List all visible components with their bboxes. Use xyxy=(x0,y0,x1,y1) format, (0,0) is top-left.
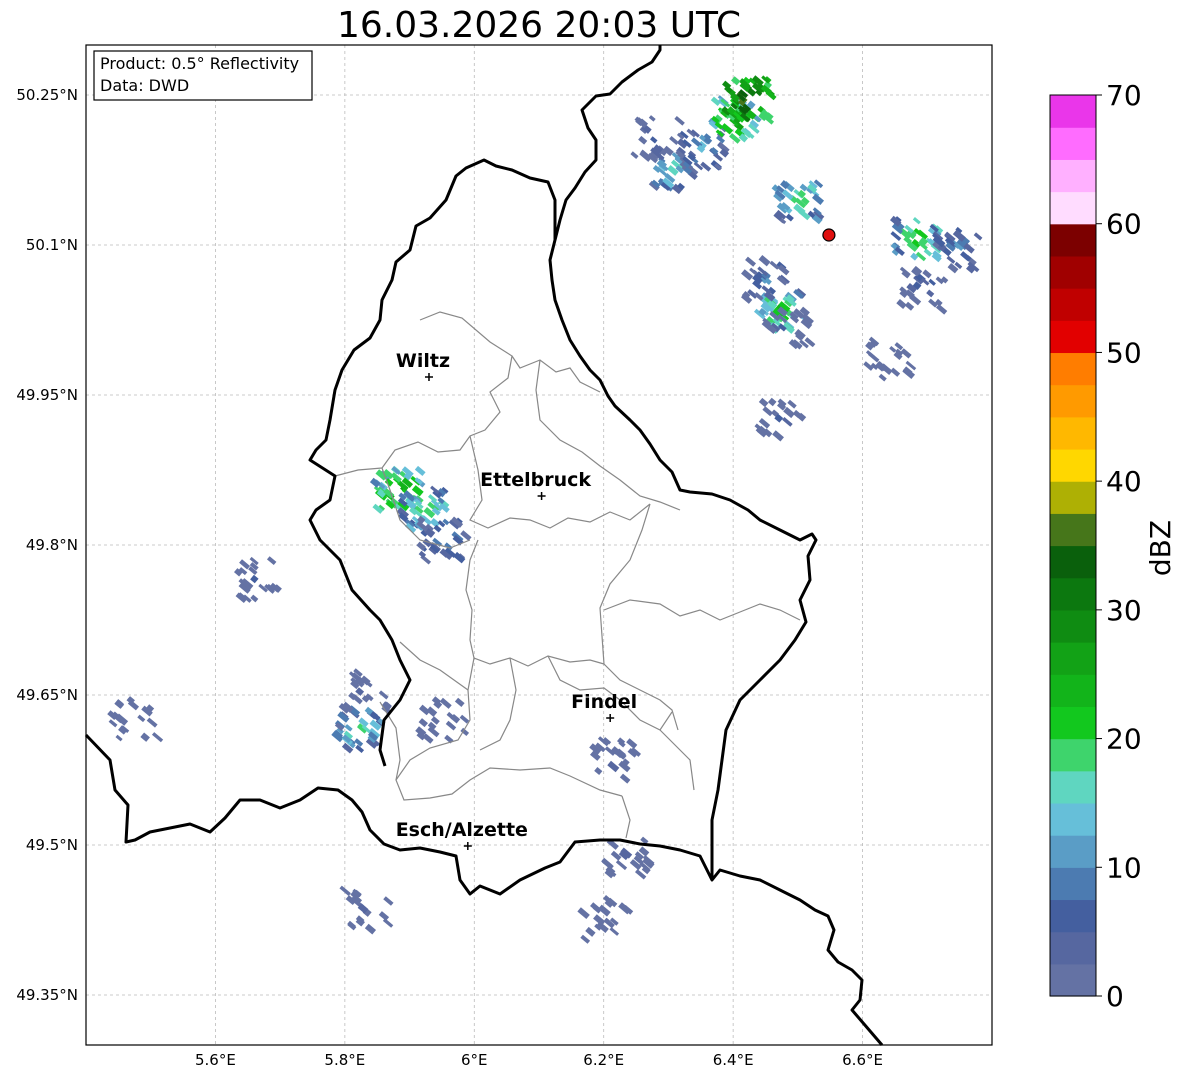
colorbar-segment xyxy=(1050,320,1096,354)
colorbar-segment xyxy=(1050,963,1096,997)
colorbar-segment xyxy=(1050,352,1096,386)
lon-tick-label: 6.6°E xyxy=(842,1051,883,1069)
colorbar-segment xyxy=(1050,448,1096,482)
lon-tick-label: 5.6°E xyxy=(195,1051,236,1069)
colorbar-segment xyxy=(1050,609,1096,643)
colorbar-tick-label: 40 xyxy=(1106,465,1142,498)
colorbar-segment xyxy=(1050,416,1096,450)
colorbar-tick-label: 50 xyxy=(1106,336,1142,369)
colorbar-tick-label: 30 xyxy=(1106,594,1142,627)
radar-site-marker xyxy=(822,228,836,242)
colorbar-segment xyxy=(1050,802,1096,836)
lon-tick-label: 6.2°E xyxy=(583,1051,624,1069)
city-label: Ettelbruck xyxy=(480,469,591,491)
lat-tick-label: 49.65°N xyxy=(16,686,78,704)
colorbar-segment xyxy=(1050,513,1096,547)
colorbar-tick-label: 10 xyxy=(1106,851,1142,884)
colorbar-segment xyxy=(1050,223,1096,257)
colorbar-segment xyxy=(1050,384,1096,418)
colorbar-segment xyxy=(1050,770,1096,804)
lon-tick-label: 5.8°E xyxy=(324,1051,365,1069)
city-label: Wiltz xyxy=(396,350,450,372)
colorbar-segment xyxy=(1050,481,1096,514)
colorbar-segment xyxy=(1050,577,1096,611)
lat-tick-label: 49.5°N xyxy=(26,836,78,854)
colorbar-segment xyxy=(1050,835,1096,868)
colorbar-segment xyxy=(1050,642,1096,675)
colorbar-segment xyxy=(1050,674,1096,707)
colorbar-tick-label: 60 xyxy=(1106,208,1142,241)
lon-tick-label: 6.4°E xyxy=(713,1051,754,1069)
colorbar-segment xyxy=(1050,545,1096,579)
colorbar-segment xyxy=(1050,159,1096,193)
colorbar-segment xyxy=(1050,738,1096,772)
colorbar-segment xyxy=(1050,255,1096,289)
colorbar: 0 10 20 30 40 50 60 70 xyxy=(1049,79,1142,1013)
colorbar-tick-label: 70 xyxy=(1106,79,1142,112)
colorbar-segment xyxy=(1050,127,1096,160)
data-source-text: Data: DWD xyxy=(100,76,189,95)
radar-map-figure: 5.6°E 5.8°E 6°E 6.2°E 6.4°E 6.6°E 50.25°N 50.1°… xyxy=(16,44,1177,1069)
colorbar-segment xyxy=(1050,706,1096,740)
lat-tick-label: 49.95°N xyxy=(16,386,78,404)
colorbar-segment xyxy=(1050,288,1096,321)
lat-tick-label: 49.35°N xyxy=(16,986,78,1004)
colorbar-tick-label: 0 xyxy=(1106,980,1124,1013)
colorbar-tick-label: 20 xyxy=(1106,723,1142,756)
lat-tick-label: 50.25°N xyxy=(16,86,78,104)
colorbar-segment xyxy=(1050,191,1096,225)
colorbar-segment xyxy=(1050,899,1096,933)
colorbar-label: dBZ xyxy=(1144,520,1177,576)
city-label: Esch/Alzette xyxy=(396,819,528,841)
colorbar-segment xyxy=(1050,867,1096,901)
product-text: Product: 0.5° Reflectivity xyxy=(100,54,299,73)
colorbar-segment xyxy=(1050,931,1096,965)
lon-tick-label: 6°E xyxy=(461,1051,488,1069)
city-label: Findel xyxy=(571,691,637,713)
lat-tick-label: 50.1°N xyxy=(26,236,78,254)
lat-tick-label: 49.8°N xyxy=(26,536,78,554)
info-box: Product: 0.5° Reflectivity Data: DWD xyxy=(93,50,313,101)
colorbar-segment xyxy=(1050,95,1096,128)
